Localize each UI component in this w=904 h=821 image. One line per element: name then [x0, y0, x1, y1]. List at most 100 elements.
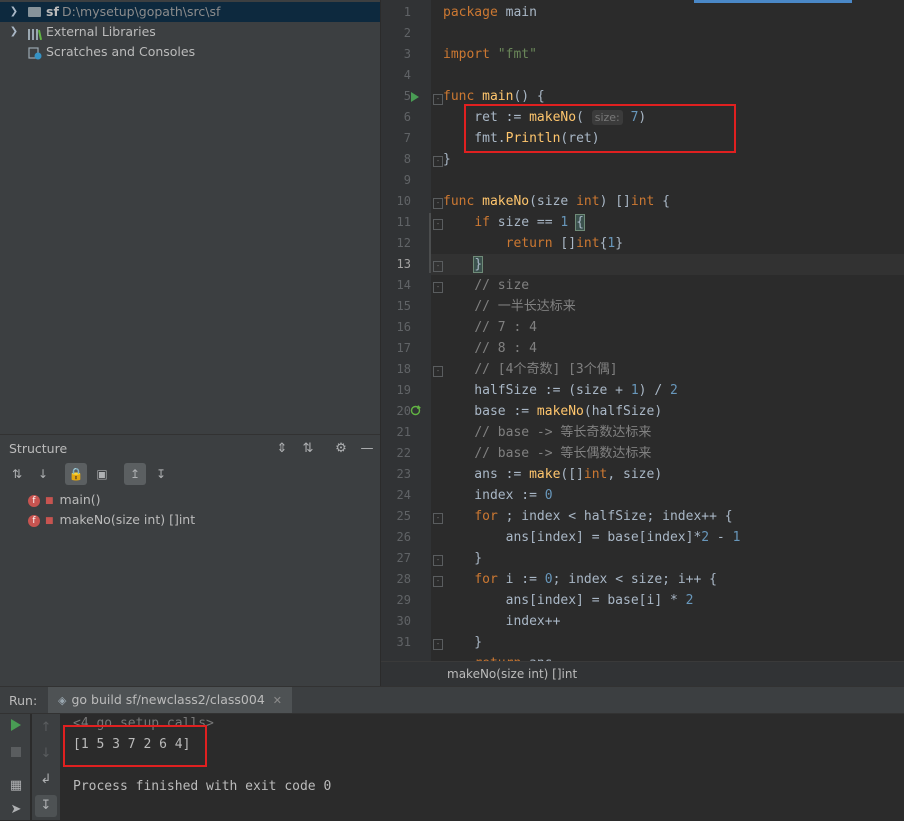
chevron-right-icon[interactable]: ❯ [8, 22, 20, 42]
fold-marker-icon[interactable]: - [433, 513, 443, 524]
fold-marker-icon[interactable]: - [433, 94, 443, 105]
structure-item-label: main() [59, 492, 101, 507]
line-number: 17 [396, 341, 411, 355]
show-private-icon[interactable]: 🔒 [65, 463, 87, 485]
breadcrumb-item[interactable]: makeNo(size int) []int [447, 667, 577, 681]
run-panel: Run: ◈ go build sf/newclass2/class004 ✕ ▦ … [0, 686, 904, 820]
code-line: // base -> 等长偶数达标来 [474, 446, 652, 461]
soft-wrap-icon[interactable]: ↲ [35, 769, 57, 791]
autoscroll-to-source-icon[interactable]: ↥ [124, 463, 146, 485]
code-line: for ; index < halfSize; index++ { [474, 509, 733, 524]
structure-item-makeno[interactable]: f ■ makeNo(size int) []int [28, 510, 195, 530]
line-number: 31 [396, 635, 411, 649]
down-arrow-icon[interactable]: ↓ [35, 743, 57, 765]
lock-icon: ■ [45, 515, 54, 526]
line-number: 3 [403, 47, 411, 61]
layout-icon[interactable]: ▦ [5, 775, 27, 797]
up-arrow-icon[interactable]: ↑ [35, 717, 57, 739]
line-number: 1 [403, 5, 411, 19]
pin-icon[interactable]: ➤ [5, 799, 27, 821]
run-tab[interactable]: ◈ go build sf/newclass2/class004 ✕ [48, 687, 292, 713]
tree-item-scratches[interactable]: Scratches and Consoles [0, 42, 380, 62]
rerun-icon[interactable] [5, 717, 27, 739]
tree-item-sf[interactable]: ❯ sf D:\mysetup\gopath\src\sf [0, 2, 380, 22]
code-line: } [473, 256, 484, 273]
annotation-box [464, 104, 736, 153]
code-line: package main [443, 5, 537, 20]
sort-alphabetically-icon[interactable]: ↓ [32, 463, 54, 485]
code-line: index++ [443, 614, 561, 629]
line-number: 7 [403, 131, 411, 145]
console-toolbar: ↑ ↓ ↲ ↧ [32, 714, 60, 820]
line-number: 15 [396, 299, 411, 313]
chevron-right-icon[interactable]: ❯ [8, 2, 20, 22]
line-number: 25 [396, 509, 411, 523]
tree-item-external-libraries[interactable]: ❯ External Libraries [0, 22, 380, 42]
structure-item-main[interactable]: f ■ main() [28, 490, 101, 510]
line-number: 13 [396, 257, 411, 271]
line-number: 20 [396, 404, 411, 418]
line-number: 6 [403, 110, 411, 124]
run-toolbar: ▦ ➤ [0, 714, 30, 820]
breadcrumb[interactable]: makeNo(size int) []int [381, 661, 904, 687]
code-line: // 7 : 4 [474, 320, 537, 335]
code-line: base := makeNo(halfSize) [443, 404, 663, 419]
indent-guide [429, 213, 431, 273]
show-fields-icon[interactable]: ▣ [91, 463, 113, 485]
gear-icon[interactable]: ⚙ [330, 438, 352, 460]
function-icon: f [28, 494, 40, 507]
fold-marker-icon[interactable]: - [433, 366, 443, 377]
fold-marker-icon[interactable]: - [433, 576, 443, 587]
code-line: func makeNo(size int) []int { [443, 194, 671, 209]
code-line: import "fmt" [443, 47, 537, 62]
collapse-all-icon[interactable]: ⇅ [297, 438, 319, 460]
run-header: Run: ◈ go build sf/newclass2/class004 ✕ [0, 687, 904, 714]
scroll-to-end-icon[interactable]: ↧ [35, 795, 57, 817]
line-number: 28 [396, 572, 411, 586]
code-line: ans := make([]int, size) [443, 467, 663, 482]
expand-all-icon[interactable]: ⇕ [271, 438, 293, 460]
code-line: ans[index] = base[i] * 2 [443, 593, 694, 608]
fold-marker-icon[interactable]: - [433, 555, 443, 566]
line-number: 29 [396, 593, 411, 607]
run-gutter-icon[interactable] [410, 91, 420, 105]
code-line: // size [474, 278, 530, 293]
sort-by-visibility-icon[interactable]: ⇅ [6, 463, 28, 485]
recursive-call-icon [410, 405, 421, 419]
fold-marker-icon[interactable]: - [433, 282, 443, 293]
autoscroll-from-source-icon[interactable]: ↧ [150, 463, 172, 485]
line-number: 27 [396, 551, 411, 565]
line-number: 26 [396, 530, 411, 544]
structure-title: Structure [9, 441, 68, 456]
fold-marker-icon[interactable]: - [433, 219, 443, 230]
run-label: Run: [9, 693, 38, 708]
line-number: 10 [396, 194, 411, 208]
code-line: index := 0 [443, 488, 553, 503]
structure-item-label: makeNo(size int) []int [59, 512, 196, 527]
fold-marker-icon[interactable]: - [433, 156, 443, 167]
code-line: // [4个奇数] [3个偶] [474, 362, 618, 377]
code-line: for i := 0; index < size; i++ { [474, 572, 717, 587]
line-number: 4 [403, 68, 411, 82]
external-libraries-label: External Libraries [46, 24, 156, 39]
project-root-path: D:\mysetup\gopath\src\sf [62, 4, 221, 19]
code-line: ans[index] = base[index]*2 - 1 [443, 530, 741, 545]
code-editor[interactable]: 1 2 3 4 5 6 7 8 9 10 11 12 13 14 15 16 1… [381, 0, 904, 686]
line-number: 11 [396, 215, 411, 229]
editor-tab-accent [694, 0, 852, 3]
console-line: Process finished with exit code 0 [73, 779, 332, 794]
fold-marker-icon[interactable]: - [433, 198, 443, 209]
line-number: 21 [396, 425, 411, 439]
close-icon[interactable]: ✕ [273, 694, 282, 707]
code-line: halfSize := (size + 1) / 2 [443, 383, 678, 398]
line-number: 8 [403, 152, 411, 166]
line-number: 22 [396, 446, 411, 460]
stop-icon[interactable] [5, 743, 27, 765]
fold-marker-icon[interactable]: - [433, 639, 443, 650]
minimize-icon[interactable]: — [356, 438, 378, 460]
function-icon: f [28, 514, 40, 527]
run-tab-label: go build sf/newclass2/class004 [71, 692, 265, 707]
fold-marker-icon[interactable]: - [433, 261, 443, 272]
lock-icon: ■ [45, 495, 54, 506]
line-number: 16 [396, 320, 411, 334]
